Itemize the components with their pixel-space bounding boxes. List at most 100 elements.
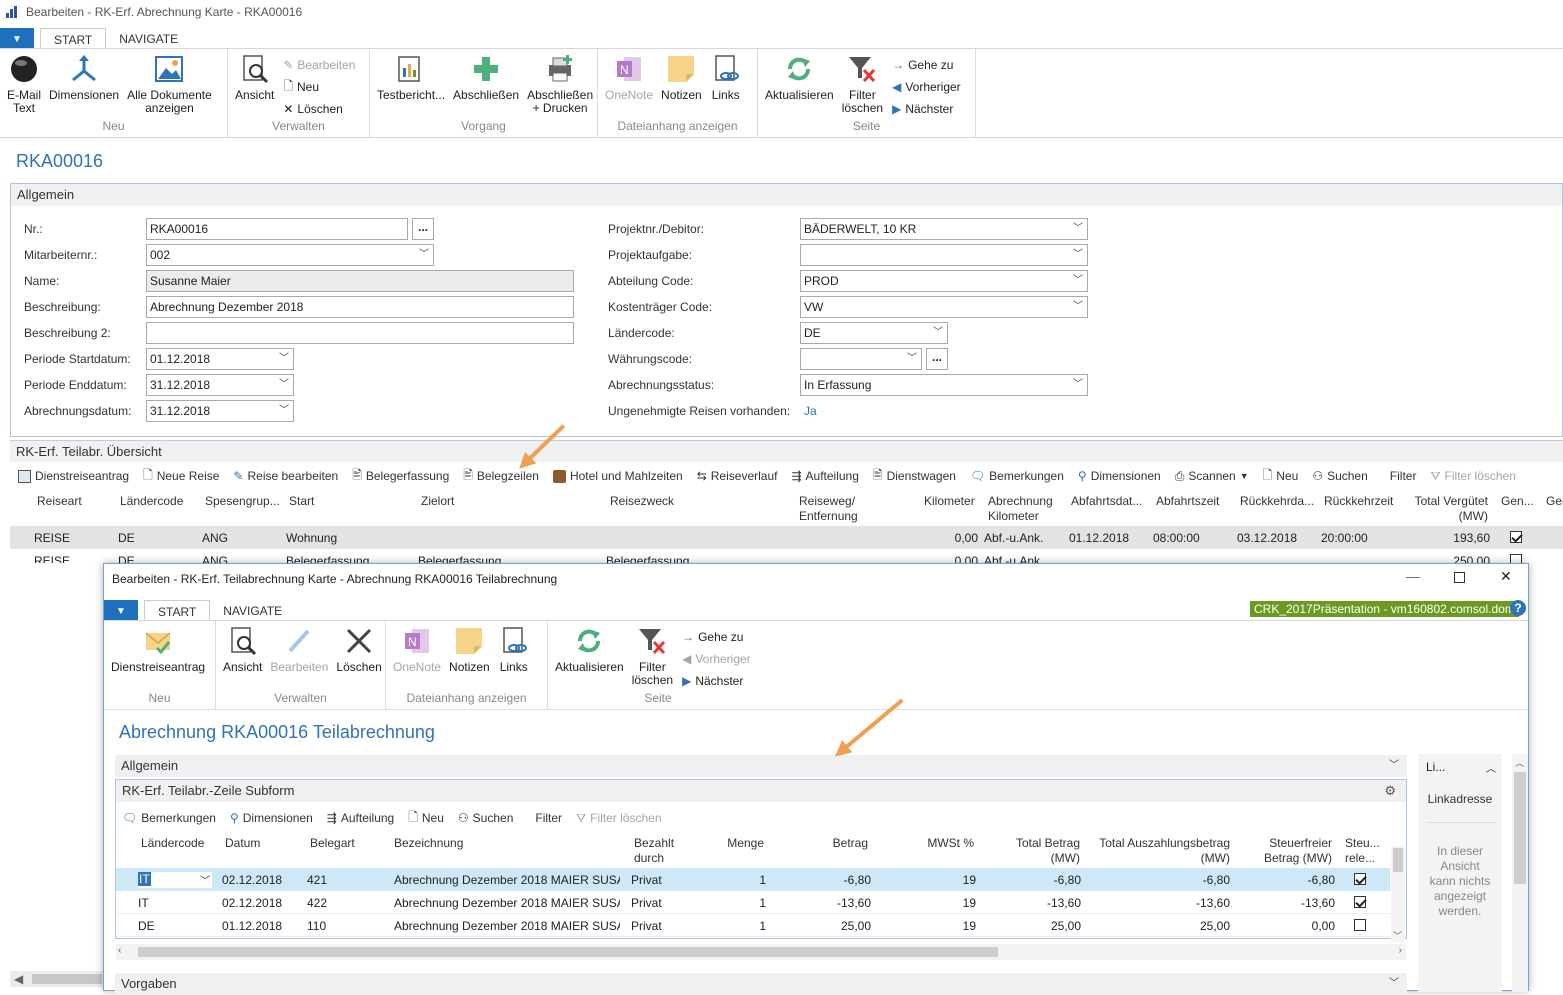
column-header-menge[interactable]: Menge	[694, 836, 764, 851]
suchen-button[interactable]: ⚇ Suchen	[1312, 469, 1367, 483]
cell-steuer-checkbox[interactable]	[1354, 873, 1366, 888]
dienstwagen-button[interactable]: 🖹 Dienstwagen	[873, 466, 956, 487]
suchen-button[interactable]: ⚇ Suchen	[458, 811, 513, 825]
app-menu-button[interactable]: ▼	[0, 28, 34, 50]
filter-loeschen-button[interactable]: ⛛ Filter löschen	[1430, 469, 1515, 484]
projektaufgabe-select[interactable]: ﹀	[800, 244, 1088, 266]
waehrungscode-lookup-button[interactable]: ...	[926, 348, 948, 370]
filter-loeschen-button[interactable]: Filter löschen	[629, 625, 676, 691]
factbox-header[interactable]: Li...	[1426, 760, 1445, 774]
filter-loeschen-button[interactable]: Filter löschen	[839, 53, 886, 119]
column-header-laendercode[interactable]: Ländercode	[141, 836, 204, 851]
cell-steuer-checkbox[interactable]	[1354, 896, 1366, 911]
dimensionen-button[interactable]: ⚲ Dimensionen	[1078, 469, 1161, 483]
subform-vertical-scrollbar[interactable]: ﹀	[1391, 846, 1405, 942]
links-button[interactable]: Links	[707, 53, 745, 119]
tab-navigate[interactable]: NAVIGATE	[106, 28, 191, 50]
abrechnungsstatus-select[interactable]: In Erfassung ﹀	[800, 374, 1088, 396]
ansicht-button[interactable]: Ansicht	[232, 53, 277, 119]
column-header-kilometer[interactable]: Kilometer	[924, 494, 975, 509]
aufteilung-button[interactable]: ⇶ Aufteilung	[327, 811, 394, 825]
loeschen-button[interactable]: Löschen	[333, 625, 384, 691]
waehrungscode-select[interactable]: ﹀	[800, 348, 922, 370]
loeschen-button[interactable]: ✕ Löschen	[283, 101, 355, 117]
reise-bearbeiten-button[interactable]: ✎ Reise bearbeiten	[233, 469, 338, 483]
allgemein-header[interactable]: Allgemein	[11, 184, 1562, 206]
laendercode-select[interactable]: DE ﹀	[800, 322, 948, 344]
notizen-button[interactable]: Notizen	[446, 625, 493, 691]
column-header-zielort[interactable]: Zielort	[421, 494, 454, 509]
testbericht-button[interactable]: Testbericht...	[374, 53, 448, 119]
cell-gen-checkbox[interactable]	[1510, 531, 1522, 546]
column-header-start[interactable]: Start	[289, 494, 314, 509]
settings-icon[interactable]: ⚙	[1384, 780, 1396, 802]
abschliessen-drucken-button[interactable]: Abschließen + Drucken	[524, 53, 596, 119]
nr-input[interactable]: RKA00016	[146, 218, 408, 240]
beschreibung-input[interactable]: Abrechnung Dezember 2018	[146, 296, 574, 318]
bemerkungen-button[interactable]: 🗨 Bemerkungen	[122, 811, 216, 825]
column-header-abfahrtszeit[interactable]: Abfahrtszeit	[1156, 494, 1219, 509]
bearbeiten-button[interactable]: Bearbeiten	[267, 625, 331, 691]
kostentraeger-select[interactable]: VW ﹀	[800, 296, 1088, 318]
dimensionen-button[interactable]: ⚲ Dimensionen	[230, 811, 313, 825]
dienstreiseantrag-button[interactable]: Dienstreiseantrag	[18, 469, 129, 483]
alle-dokumente-button[interactable]: Alle Dokumente anzeigen	[124, 53, 215, 119]
periode-start-select[interactable]: 01.12.2018 ﹀	[146, 348, 294, 370]
periode-ende-select[interactable]: 31.12.2018 ﹀	[146, 374, 294, 396]
links-button[interactable]: Links	[495, 625, 533, 691]
subform-horizontal-scrollbar[interactable]: ‹ ›	[116, 944, 1406, 960]
column-header-abrechnung-km[interactable]: Abrechnung Kilometer	[988, 494, 1053, 524]
column-header-laendercode[interactable]: Ländercode	[120, 494, 183, 509]
aufteilung-button[interactable]: ⇶ Aufteilung	[791, 469, 858, 483]
abrechnungsdatum-select[interactable]: 31.12.2018 ﹀	[146, 400, 294, 422]
close-icon[interactable]: ✕	[1500, 568, 1512, 585]
sub-allgemein-header[interactable]: Allgemein ﹀	[115, 755, 1407, 777]
column-header-total-verguetet[interactable]: Total Vergütet (MW)	[1410, 494, 1488, 524]
notizen-button[interactable]: Notizen	[658, 53, 705, 119]
neu-button[interactable]: 🗋 Neu	[283, 79, 355, 95]
filter-button[interactable]: Filter	[1390, 469, 1417, 483]
neue-reise-button[interactable]: 🗋 Neue Reise	[143, 466, 219, 487]
column-header-steuer-relevant[interactable]: Steu... rele...	[1345, 836, 1380, 866]
help-icon[interactable]: ?	[1510, 600, 1526, 616]
bearbeiten-button[interactable]: ✎ Bearbeiten	[283, 57, 355, 73]
aktualisieren-button[interactable]: Aktualisieren	[552, 625, 627, 691]
column-header-total-auszahlung[interactable]: Total Auszahlungsbetrag (MW)	[1084, 836, 1230, 866]
nr-lookup-button[interactable]: ...	[412, 218, 434, 240]
chevron-up-icon[interactable]: ︿	[1486, 760, 1496, 775]
ungenehmigte-reisen-link[interactable]: Ja	[804, 404, 817, 418]
aktualisieren-button[interactable]: Aktualisieren	[762, 53, 837, 119]
reiseverlauf-button[interactable]: ⇆ Reiseverlauf	[697, 469, 778, 483]
vorgaben-header[interactable]: Vorgaben ﹀	[115, 973, 1407, 995]
dimensionen-button[interactable]: Dimensionen	[46, 53, 122, 119]
naechster-button[interactable]: ▶ Nächster	[682, 673, 751, 689]
uebersicht-header[interactable]: RK-Erf. Teilabr. Übersicht	[10, 440, 1563, 462]
onenote-button[interactable]: N OneNote	[390, 625, 444, 691]
neu-button[interactable]: 🗋 Neu	[1263, 466, 1299, 487]
cell-steuer-checkbox[interactable]	[1354, 919, 1366, 934]
neu-button[interactable]: 🗋 Neu	[408, 808, 444, 829]
onenote-button[interactable]: N OneNote	[602, 53, 656, 119]
gehe-zu-button[interactable]: → Gehe zu	[682, 629, 751, 645]
column-header-belegart[interactable]: Belegart	[310, 836, 355, 851]
column-header-mwst[interactable]: MWSt %	[894, 836, 974, 851]
column-header-datum[interactable]: Datum	[225, 836, 260, 851]
gehe-zu-button[interactable]: → Gehe zu	[892, 57, 961, 73]
tab-start[interactable]: START	[40, 28, 107, 50]
maximize-icon[interactable]	[1454, 572, 1465, 583]
column-header-abfahrtsdatum[interactable]: Abfahrtsdat...	[1071, 494, 1142, 509]
column-header-total-betrag[interactable]: Total Betrag (MW)	[984, 836, 1080, 866]
column-header-bezeichnung[interactable]: Bezeichnung	[394, 836, 463, 851]
column-header-bezahlt-durch[interactable]: Bezahlt durch	[634, 836, 674, 866]
filter-button[interactable]: Filter	[535, 811, 562, 825]
column-header-reisezweck[interactable]: Reisezweck	[610, 494, 674, 509]
sub-tab-navigate[interactable]: NAVIGATE	[210, 600, 295, 622]
ansicht-button[interactable]: Ansicht	[220, 625, 265, 691]
column-header-ger[interactable]: Ger	[1546, 494, 1563, 509]
column-header-spesengruppe[interactable]: Spesengrup...	[205, 494, 280, 509]
cell-gen-checkbox[interactable]	[1510, 554, 1522, 563]
scannen-button[interactable]: ⎙ Scannen ▼	[1175, 469, 1249, 484]
subform-header[interactable]: RK-Erf. Teilabr.-Zeile Subform ⚙	[116, 780, 1406, 802]
abschliessen-button[interactable]: Abschließen	[450, 53, 522, 119]
column-header-reiseart[interactable]: Reiseart	[37, 494, 82, 509]
